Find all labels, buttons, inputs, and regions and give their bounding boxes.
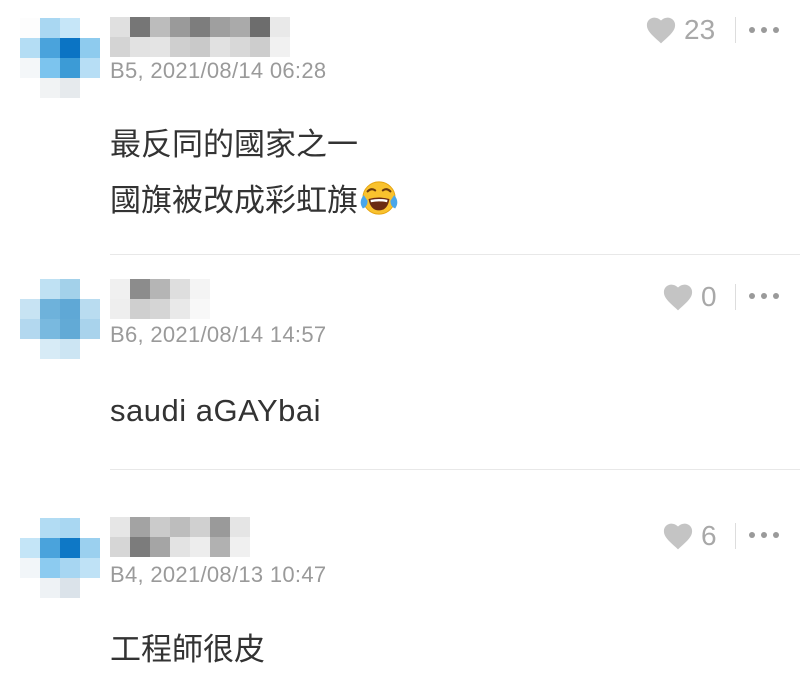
heart-icon: [646, 17, 676, 43]
like-count: 23: [684, 14, 716, 45]
divider: [735, 284, 736, 310]
like-button[interactable]: 6: [663, 520, 717, 552]
comment-meta: B4, 2021/08/13 10:47: [110, 562, 327, 587]
more-dots-icon: [749, 27, 755, 33]
username[interactable]: [110, 517, 250, 557]
divider: [735, 523, 736, 549]
more-options-button[interactable]: [749, 20, 779, 40]
more-options-button[interactable]: [749, 525, 779, 545]
username[interactable]: [110, 17, 290, 57]
like-count: 6: [701, 520, 717, 551]
divider: [735, 17, 736, 43]
comment-meta: B6, 2021/08/14 14:57: [110, 322, 327, 347]
face-with-tears-of-joy-icon: [360, 179, 398, 235]
avatar[interactable]: [20, 18, 100, 98]
comment-line: 工程師很皮: [110, 632, 265, 668]
avatar[interactable]: [20, 279, 100, 359]
comment-b4: B4, 2021/08/13 10:47 6 工程師很皮: [0, 470, 800, 687]
like-button[interactable]: 0: [663, 281, 717, 313]
username[interactable]: [110, 279, 210, 319]
comment-line: saudi aGAYbai: [110, 393, 321, 428]
comment-b6: B6, 2021/08/14 14:57 0 saudi aGAYbai: [0, 255, 800, 470]
heart-icon: [663, 284, 693, 310]
more-dots-icon: [749, 532, 755, 538]
comment-body: saudi aGAYbai: [110, 383, 321, 439]
comment-body: 工程師很皮: [110, 622, 265, 678]
comment-body: 最反同的國家之一 國旗被改成彩虹旗: [110, 117, 398, 235]
like-count: 0: [701, 281, 717, 312]
comment-meta: B5, 2021/08/14 06:28: [110, 58, 327, 83]
like-button[interactable]: 23: [646, 14, 715, 46]
more-dots-icon: [749, 293, 755, 299]
comment-line: 國旗被改成彩虹旗: [110, 173, 398, 235]
heart-icon: [663, 523, 693, 549]
avatar[interactable]: [20, 518, 100, 598]
more-options-button[interactable]: [749, 286, 779, 306]
comment-b5: B5, 2021/08/14 06:28 23 最反同的國家之一 國旗被改成彩虹…: [0, 0, 800, 255]
comment-line: 最反同的國家之一: [110, 127, 358, 163]
